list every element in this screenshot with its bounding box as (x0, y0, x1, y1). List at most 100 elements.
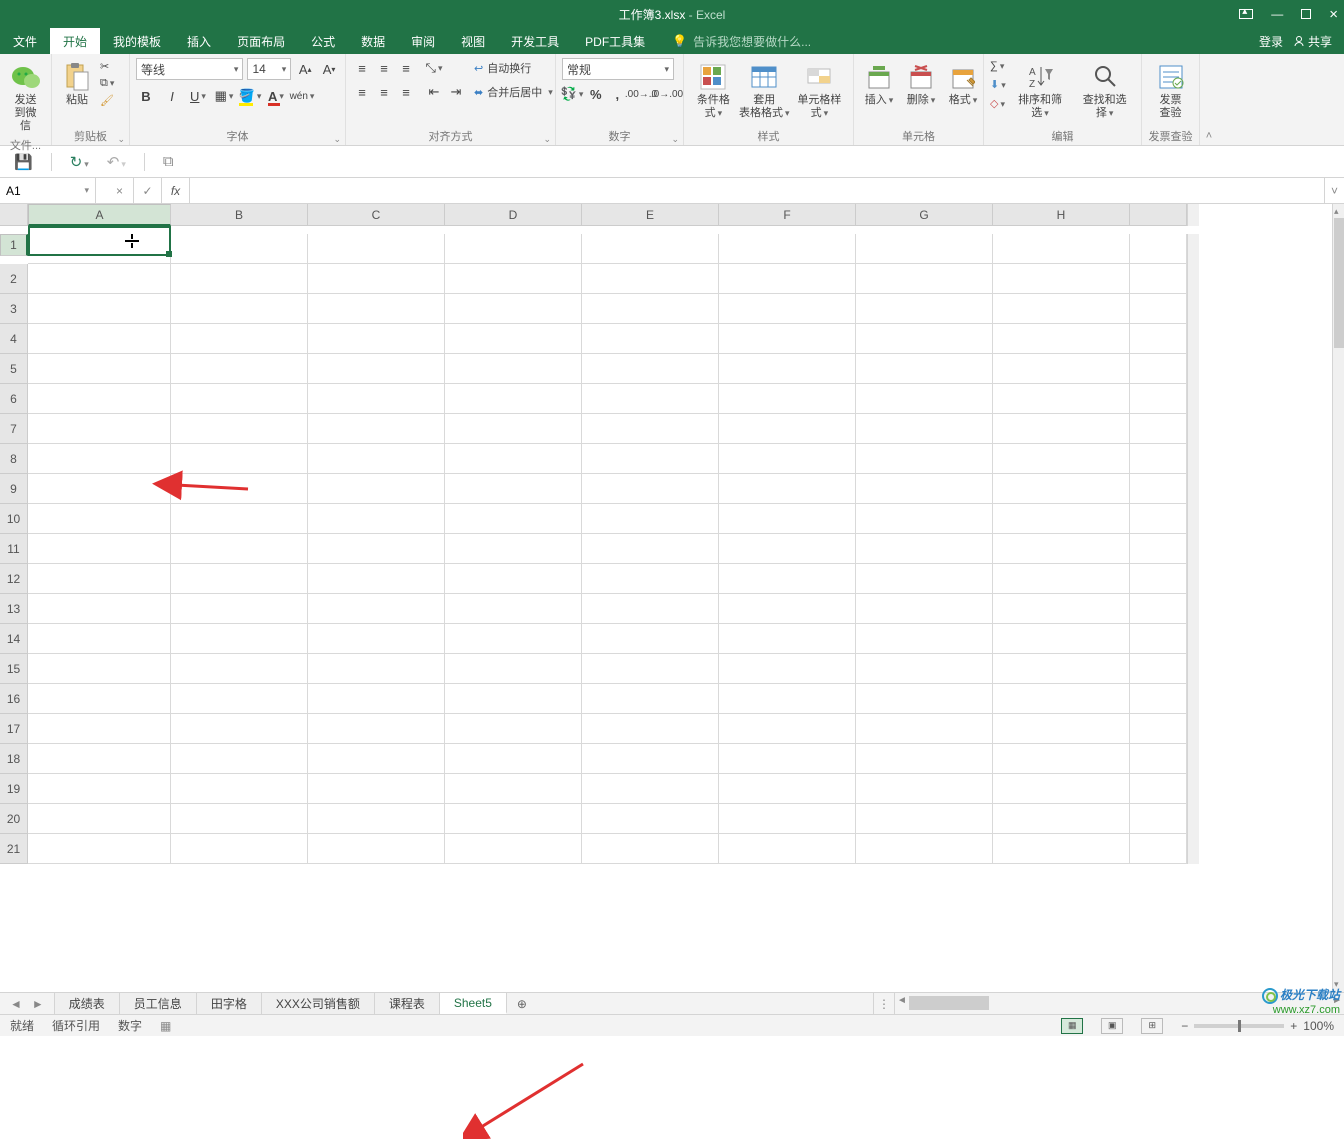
sort-filter-button[interactable]: AZ排序和筛选▾ (1010, 58, 1071, 122)
currency-icon[interactable]: 💱▾ (562, 84, 582, 104)
cell[interactable] (993, 684, 1130, 714)
cell[interactable] (28, 444, 171, 474)
column-header[interactable]: F (719, 204, 856, 226)
cell[interactable] (445, 444, 582, 474)
maximize-icon[interactable] (1301, 9, 1311, 19)
minimize-icon[interactable]: — (1271, 7, 1283, 21)
cell[interactable] (171, 564, 308, 594)
cell[interactable] (719, 534, 856, 564)
cell[interactable] (28, 474, 171, 504)
border-icon[interactable]: ▦▾ (214, 86, 234, 106)
add-sheet-button[interactable]: ⊕ (507, 993, 537, 1014)
cell[interactable] (1130, 234, 1187, 264)
cell[interactable] (719, 564, 856, 594)
row-header[interactable]: 18 (0, 744, 28, 774)
column-header[interactable]: C (308, 204, 445, 226)
tab-data[interactable]: 数据 (348, 28, 398, 54)
cell[interactable] (993, 354, 1130, 384)
cell[interactable] (28, 774, 171, 804)
cell[interactable] (993, 714, 1130, 744)
cell[interactable] (308, 834, 445, 864)
decrease-decimal-icon[interactable]: .0→.00 (657, 84, 677, 104)
row-header[interactable]: 16 (0, 684, 28, 714)
cell[interactable] (308, 624, 445, 654)
cell[interactable] (993, 324, 1130, 354)
cell[interactable] (993, 774, 1130, 804)
row-header[interactable]: 1 (0, 234, 28, 256)
italic-icon[interactable]: I (162, 86, 182, 106)
cell[interactable] (308, 654, 445, 684)
invoice-check-button[interactable]: 发票查验 (1148, 58, 1193, 122)
cell[interactable] (582, 714, 719, 744)
collapse-ribbon-icon[interactable]: ˄ (1200, 54, 1218, 145)
save-icon[interactable]: 💾 (14, 153, 33, 171)
cell[interactable] (445, 684, 582, 714)
cell[interactable] (445, 534, 582, 564)
row-header[interactable]: 3 (0, 294, 28, 324)
sheet-tab-schedule[interactable]: 课程表 (375, 993, 440, 1014)
cell[interactable] (719, 744, 856, 774)
cell[interactable] (171, 534, 308, 564)
cell[interactable] (719, 834, 856, 864)
cell[interactable] (719, 804, 856, 834)
expand-formula-bar-icon[interactable]: ˅ (1324, 178, 1344, 203)
cell[interactable] (719, 474, 856, 504)
cell[interactable] (856, 654, 993, 684)
cell[interactable] (28, 384, 171, 414)
clear-icon[interactable]: ◇▾ (990, 97, 1006, 110)
format-painter-icon[interactable]: 🖌 (100, 94, 114, 107)
cell[interactable] (856, 324, 993, 354)
cell[interactable] (171, 624, 308, 654)
cell[interactable] (28, 264, 171, 294)
cell[interactable] (993, 744, 1130, 774)
conditional-format-button[interactable]: 条件格式▾ (690, 58, 737, 122)
align-middle-icon[interactable]: ≡ (374, 58, 394, 78)
column-header[interactable]: D (445, 204, 582, 226)
cell[interactable] (28, 744, 171, 774)
cell[interactable] (993, 594, 1130, 624)
increase-decimal-icon[interactable]: .00→.0 (631, 84, 651, 104)
row-header[interactable]: 10 (0, 504, 28, 534)
cell[interactable] (582, 354, 719, 384)
sheet-tab-grid[interactable]: 田字格 (197, 993, 262, 1014)
cell[interactable] (308, 384, 445, 414)
status-record-icon[interactable]: ▦ (160, 1019, 171, 1033)
ribbon-options-icon[interactable] (1239, 9, 1253, 19)
cell[interactable] (582, 834, 719, 864)
cell[interactable] (993, 294, 1130, 324)
tab-pdf[interactable]: PDF工具集 (572, 28, 658, 54)
cell[interactable] (308, 594, 445, 624)
cell[interactable] (582, 444, 719, 474)
fill-icon[interactable]: ⬇▾ (990, 78, 1006, 91)
formula-input[interactable] (190, 178, 1324, 203)
cell[interactable] (1130, 384, 1187, 414)
cell[interactable] (582, 744, 719, 774)
horizontal-scrollbar[interactable]: ◄► (894, 993, 1344, 1014)
cell-styles-button[interactable]: 单元格样式▾ (792, 58, 847, 122)
cell[interactable] (856, 294, 993, 324)
cell[interactable] (582, 474, 719, 504)
tab-split-handle[interactable]: ⋮ (873, 993, 894, 1014)
cell[interactable] (582, 534, 719, 564)
shrink-font-icon[interactable]: A▾ (319, 59, 339, 79)
cell[interactable] (171, 744, 308, 774)
touch-mode-icon[interactable]: ⧉ (163, 153, 174, 170)
row-header[interactable]: 6 (0, 384, 28, 414)
cell[interactable] (28, 684, 171, 714)
indent-increase-icon[interactable]: ⇥ (446, 82, 466, 102)
cell[interactable] (445, 804, 582, 834)
tab-review[interactable]: 审阅 (398, 28, 448, 54)
align-right-icon[interactable]: ≡ (396, 82, 416, 102)
cell[interactable] (1130, 714, 1187, 744)
cell[interactable] (719, 594, 856, 624)
cell[interactable] (28, 354, 171, 384)
cell[interactable] (856, 504, 993, 534)
cell[interactable] (28, 234, 171, 264)
tab-developer[interactable]: 开发工具 (498, 28, 572, 54)
vertical-scrollbar[interactable]: ▴ ▾ (1332, 204, 1344, 992)
cell[interactable] (28, 324, 171, 354)
zoom-in-icon[interactable]: + (1290, 1019, 1297, 1033)
merge-center-button[interactable]: ⬌合并后居中▾ (474, 82, 553, 102)
comma-icon[interactable]: , (610, 84, 626, 104)
cell[interactable] (582, 774, 719, 804)
